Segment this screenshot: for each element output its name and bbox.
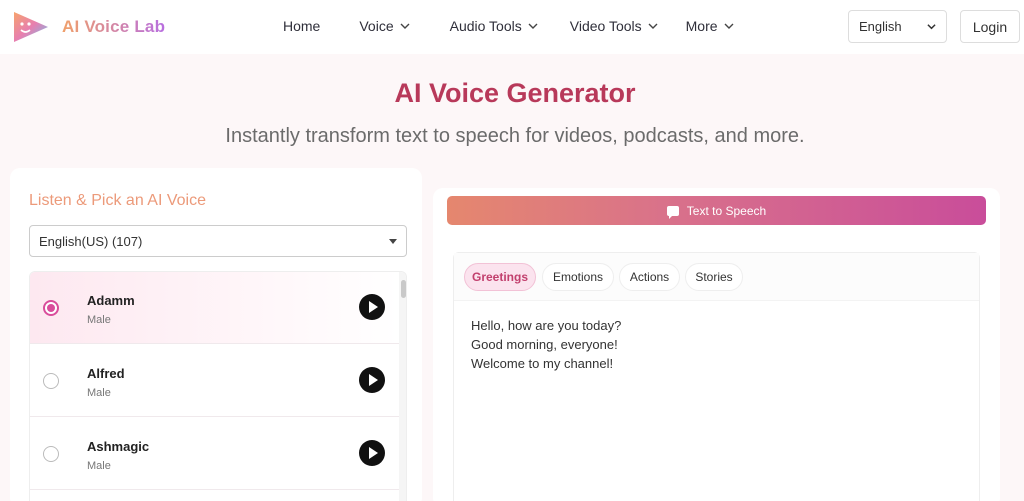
nav-links: Home Voice Audio Tools Video Tools More <box>283 18 734 34</box>
caret-down-icon <box>389 238 397 244</box>
tab-actions[interactable]: Actions <box>619 263 680 291</box>
nav-more-label: More <box>685 18 718 34</box>
chevron-down-icon <box>648 23 658 29</box>
voice-item[interactable]: Alfred Male <box>30 345 399 417</box>
voice-gender: Male <box>87 314 111 326</box>
tab-emotions[interactable]: Emotions <box>542 263 614 291</box>
tts-panel: Text to Speech Greetings Emotions Action… <box>433 188 1000 501</box>
text-line: Good morning, everyone! <box>471 337 618 352</box>
nav-video-tools-label: Video Tools <box>569 18 642 34</box>
nav-audio-tools-label: Audio Tools <box>449 18 522 34</box>
voice-language-select[interactable]: English(US) (107) <box>29 225 407 257</box>
play-icon[interactable] <box>359 294 385 320</box>
nav-home-label: Home <box>283 18 321 34</box>
voice-list: Adamm Male Alfred Male Ashmagic Male <box>29 271 407 501</box>
login-button[interactable]: Login <box>960 10 1020 43</box>
text-editor[interactable]: Greetings Emotions Actions Stories Hello… <box>453 252 980 501</box>
logo-icon <box>14 12 48 42</box>
tab-stories[interactable]: Stories <box>685 263 743 291</box>
language-select[interactable]: English <box>848 10 947 43</box>
voice-radio[interactable] <box>43 300 59 316</box>
voice-name: Alfred <box>87 366 125 381</box>
text-to-speech-button[interactable]: Text to Speech <box>447 196 986 225</box>
voice-item[interactable]: Ashmagic Male <box>30 418 399 490</box>
voice-gender: Male <box>87 460 111 472</box>
voice-name: Ashmagic <box>87 439 150 454</box>
play-icon[interactable] <box>359 367 385 393</box>
sample-tabs: Greetings Emotions Actions Stories <box>454 253 979 301</box>
voice-radio[interactable] <box>43 446 59 462</box>
nav-video-tools[interactable]: Video Tools <box>570 18 658 34</box>
voice-picker-heading: Listen & Pick an AI Voice <box>29 192 206 209</box>
chevron-down-icon <box>400 23 410 29</box>
play-icon[interactable] <box>359 440 385 466</box>
chevron-down-icon <box>724 23 734 29</box>
page-subtitle: Instantly transform text to speech for v… <box>225 125 805 147</box>
tab-greetings[interactable]: Greetings <box>464 263 536 291</box>
chevron-down-icon <box>528 23 538 29</box>
page-title: AI Voice Generator <box>394 78 636 108</box>
scrollbar-thumb[interactable] <box>401 280 406 298</box>
logo-text: AI Voice Lab <box>62 17 166 36</box>
voice-list-scrollbar[interactable] <box>399 272 406 501</box>
nav-home[interactable]: Home <box>283 18 320 34</box>
nav-audio-tools[interactable]: Audio Tools <box>450 18 538 34</box>
nav-voice[interactable]: Voice <box>359 18 410 34</box>
voice-name: Adamm <box>87 293 135 308</box>
language-select-value: English <box>859 19 902 34</box>
nav-voice-label: Voice <box>359 18 394 34</box>
voice-language-select-value: English(US) (107) <box>39 233 143 249</box>
text-line: Hello, how are you today? <box>471 318 622 333</box>
text-line: Welcome to my channel! <box>471 356 614 371</box>
top-navbar: AI Voice Lab Home Voice Audio Tools Vide… <box>0 0 1024 54</box>
voice-item[interactable]: Adamm Male <box>30 272 399 344</box>
chat-bubble-icon <box>666 205 679 219</box>
nav-more[interactable]: More <box>686 18 734 34</box>
logo[interactable]: AI Voice Lab <box>10 8 165 46</box>
chevron-down-icon <box>927 24 936 30</box>
voice-radio[interactable] <box>43 373 59 389</box>
voice-picker-panel: Listen & Pick an AI Voice English(US) (1… <box>10 168 422 501</box>
text-to-speech-label: Text to Speech <box>686 203 767 218</box>
voice-gender: Male <box>87 387 111 399</box>
